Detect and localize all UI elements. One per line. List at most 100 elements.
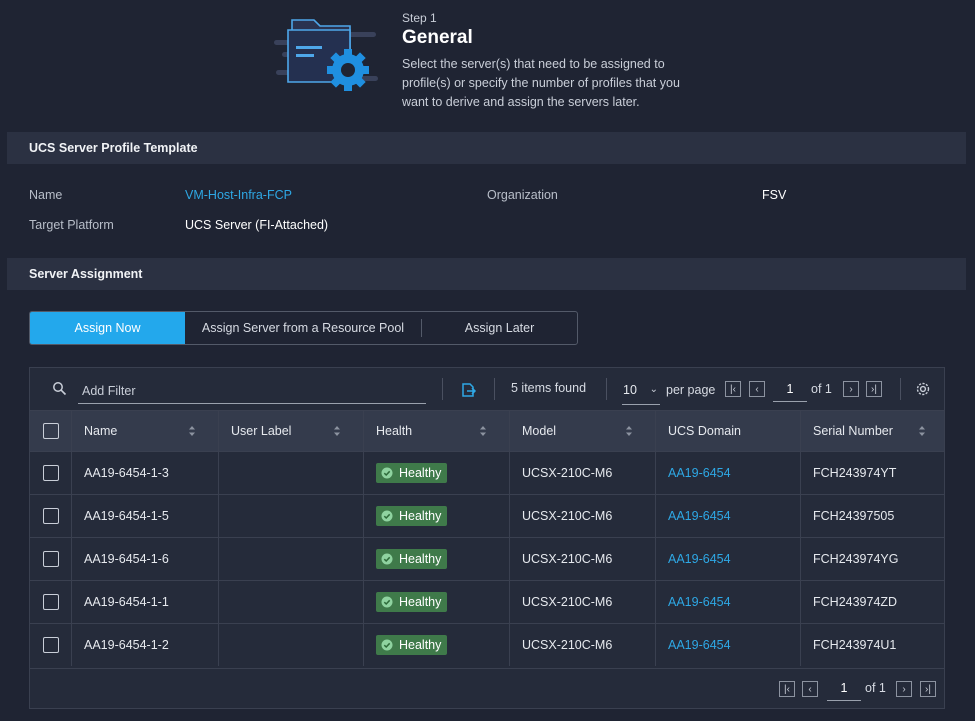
user-label	[219, 538, 364, 580]
toolbar-divider	[494, 378, 495, 400]
table-row[interactable]: AA19-6454-1-6 Healthy UCSX-210C-M6 AA19-…	[30, 537, 944, 580]
health-text: Healthy	[399, 466, 442, 480]
status-badge: Healthy	[376, 506, 448, 526]
tab-assign-from-pool[interactable]: Assign Server from a Resource Pool	[185, 312, 421, 344]
sort-icon[interactable]	[625, 425, 633, 437]
first-page-icon[interactable]: |‹	[779, 681, 795, 697]
template-section-header: UCS Server Profile Template	[7, 132, 966, 164]
ucs-domain-link[interactable]: AA19-6454	[668, 552, 731, 566]
toolbar-divider	[606, 378, 607, 400]
status-badge: Healthy	[376, 549, 448, 569]
row-select-cell	[30, 495, 72, 537]
row-checkbox[interactable]	[43, 637, 59, 653]
search-icon	[53, 382, 67, 396]
sort-icon[interactable]	[333, 425, 341, 437]
column-header-model[interactable]: Model	[510, 411, 656, 451]
target-platform-label: Target Platform	[29, 218, 114, 232]
status-badge: Healthy	[376, 592, 448, 612]
check-circle-icon	[381, 467, 393, 479]
prev-page-icon[interactable]: ‹	[749, 381, 765, 397]
row-checkbox[interactable]	[43, 594, 59, 610]
tab-assign-later[interactable]: Assign Later	[422, 312, 577, 344]
server-name: AA19-6454-1-3	[72, 452, 219, 494]
row-select-cell	[30, 581, 72, 623]
column-header-health[interactable]: Health	[364, 411, 510, 451]
model: UCSX-210C-M6	[510, 581, 656, 623]
ucs-domain-link[interactable]: AA19-6454	[668, 466, 731, 480]
health-text: Healthy	[399, 638, 442, 652]
chevron-down-icon: ⌄	[649, 384, 658, 395]
user-label	[219, 495, 364, 537]
column-label: UCS Domain	[668, 424, 741, 438]
page-of-total: of 1	[865, 681, 886, 695]
row-checkbox[interactable]	[43, 508, 59, 524]
column-header-ucs-domain[interactable]: UCS Domain	[656, 411, 801, 451]
last-page-icon[interactable]: ›|	[920, 681, 936, 697]
column-label: Name	[84, 424, 118, 438]
step-label: Step 1	[402, 11, 437, 25]
health-text: Healthy	[399, 509, 442, 523]
table-row[interactable]: AA19-6454-1-3 Healthy UCSX-210C-M6 AA19-…	[30, 451, 944, 494]
ucs-domain-cell: AA19-6454	[656, 452, 801, 494]
select-all-cell	[30, 411, 72, 451]
ucs-domain-cell: AA19-6454	[656, 581, 801, 623]
health-cell: Healthy	[364, 581, 510, 623]
health-cell: Healthy	[364, 624, 510, 666]
sort-icon[interactable]	[918, 425, 926, 437]
next-page-icon[interactable]: ›	[896, 681, 912, 697]
gear-icon[interactable]	[914, 380, 932, 398]
check-circle-icon	[381, 596, 393, 608]
column-label: User Label	[231, 424, 292, 438]
model: UCSX-210C-M6	[510, 538, 656, 580]
ucs-domain-cell: AA19-6454	[656, 624, 801, 666]
step-description: Select the server(s) that need to be ass…	[402, 57, 680, 109]
column-header-user-label[interactable]: User Label	[219, 411, 364, 451]
next-page-icon[interactable]: ›	[843, 381, 859, 397]
check-circle-icon	[381, 510, 393, 522]
column-header-name[interactable]: Name	[72, 411, 219, 451]
server-table: 5 items found 10 ⌄ per page |‹ ‹ 1 of 1 …	[29, 367, 945, 709]
folder-gear-icon	[274, 19, 378, 91]
serial-number: FCH243974YG	[813, 552, 899, 566]
per-page-label: per page	[666, 383, 716, 397]
prev-page-icon[interactable]: ‹	[802, 681, 818, 697]
last-page-icon[interactable]: ›|	[866, 381, 882, 397]
sort-icon[interactable]	[479, 425, 487, 437]
ucs-domain-link[interactable]: AA19-6454	[668, 638, 731, 652]
status-badge: Healthy	[376, 463, 448, 483]
ucs-domain-link[interactable]: AA19-6454	[668, 509, 731, 523]
ucs-domain-cell: AA19-6454	[656, 495, 801, 537]
serial-number: FCH24397505	[813, 509, 895, 523]
health-text: Healthy	[399, 595, 442, 609]
row-select-cell	[30, 624, 72, 666]
export-icon[interactable]	[459, 381, 477, 399]
table-row[interactable]: AA19-6454-1-5 Healthy UCSX-210C-M6 AA19-…	[30, 494, 944, 537]
column-header-serial-number[interactable]: Serial Number	[801, 411, 944, 451]
ucs-domain-link[interactable]: AA19-6454	[668, 595, 731, 609]
select-all-checkbox[interactable]	[43, 423, 59, 439]
filter-input[interactable]	[78, 378, 426, 404]
row-checkbox[interactable]	[43, 551, 59, 567]
health-text: Healthy	[399, 552, 442, 566]
sort-icon[interactable]	[188, 425, 196, 437]
page-number-input[interactable]: 1	[827, 675, 861, 701]
serial-number: FCH243974YT	[813, 466, 897, 480]
row-checkbox[interactable]	[43, 465, 59, 481]
first-page-icon[interactable]: |‹	[725, 381, 741, 397]
row-select-cell	[30, 452, 72, 494]
template-name-link[interactable]: VM-Host-Infra-FCP	[185, 188, 292, 202]
ucs-domain-cell: AA19-6454	[656, 538, 801, 580]
table-row[interactable]: AA19-6454-1-2 Healthy UCSX-210C-M6 AA19-…	[30, 623, 944, 666]
page-number-input[interactable]: 1	[773, 376, 807, 402]
tab-assign-now[interactable]: Assign Now	[30, 312, 185, 344]
assignment-section-header: Server Assignment	[7, 258, 966, 290]
model: UCSX-210C-M6	[510, 452, 656, 494]
table-row[interactable]: AA19-6454-1-1 Healthy UCSX-210C-M6 AA19-…	[30, 580, 944, 623]
column-label: Health	[376, 424, 413, 438]
per-page-value: 10	[623, 383, 637, 397]
page-of-total: of 1	[811, 382, 832, 396]
check-circle-icon	[381, 639, 393, 651]
status-badge: Healthy	[376, 635, 448, 655]
per-page-select[interactable]: 10 ⌄	[622, 379, 660, 405]
items-found-count: 5 items found	[511, 381, 587, 395]
